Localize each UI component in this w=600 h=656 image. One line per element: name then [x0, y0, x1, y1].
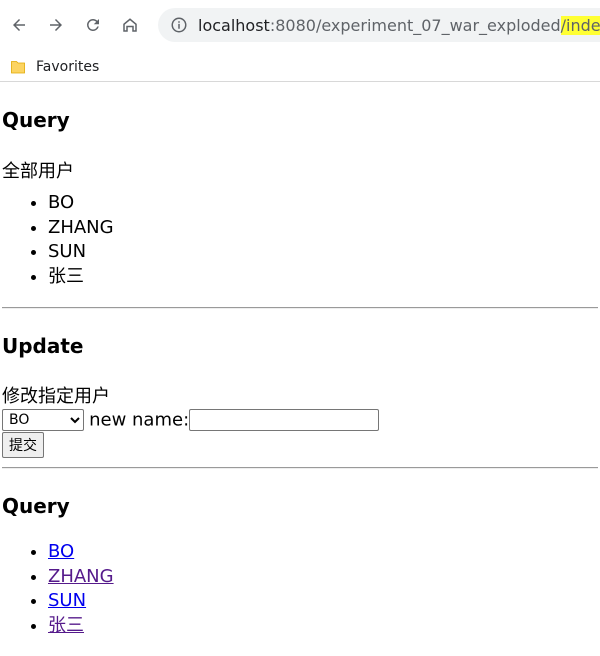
- address-bar[interactable]: localhost:8080/experiment_07_war_explode…: [158, 8, 600, 42]
- submit-row: 提交: [2, 432, 598, 458]
- info-icon[interactable]: [170, 16, 188, 34]
- bookmarks-bar: Favorites: [0, 52, 600, 82]
- all-users-label: 全部用户: [2, 161, 74, 182]
- reload-icon: [87, 18, 99, 31]
- user-link-bo[interactable]: BO: [48, 541, 74, 562]
- user-link-list: BO ZHANG SUN 张三: [2, 540, 598, 638]
- list-item: SUN: [48, 589, 598, 614]
- update-form-row: BO new name:: [2, 409, 598, 431]
- page-content: Query 全部用户 BO ZHANG SUN 张三 Update 修改指定用户…: [0, 108, 600, 638]
- modify-user-label: 修改指定用户: [2, 386, 110, 407]
- back-arrow-icon: [13, 19, 25, 31]
- user-link-sun[interactable]: SUN: [48, 590, 86, 611]
- user-link-zhangsan[interactable]: 张三: [48, 615, 84, 636]
- new-name-input[interactable]: [189, 409, 380, 431]
- url-path: :8080/experiment_07_war_exploded: [269, 15, 561, 35]
- reload-button[interactable]: [80, 12, 106, 38]
- user-link-zhang[interactable]: ZHANG: [48, 566, 114, 587]
- query-links-title: Query: [2, 494, 70, 518]
- browser-toolbar: localhost:8080/experiment_07_war_explode…: [0, 0, 600, 50]
- submit-button[interactable]: 提交: [2, 432, 44, 458]
- user-list: BO ZHANG SUN 张三: [2, 191, 598, 289]
- home-button[interactable]: [117, 12, 143, 38]
- update-title: Update: [2, 334, 84, 358]
- list-item: 张三: [48, 614, 598, 639]
- query-title: Query: [2, 108, 70, 132]
- user-select[interactable]: BO: [2, 409, 84, 431]
- folder-icon: [11, 60, 25, 73]
- list-item: BO: [48, 191, 598, 216]
- forward-button[interactable]: [43, 12, 69, 38]
- back-button[interactable]: [6, 12, 32, 38]
- list-item: 张三: [48, 265, 598, 290]
- url-host: localhost: [198, 15, 270, 35]
- list-item: BO: [48, 540, 598, 565]
- divider: [2, 467, 598, 469]
- home-icon: [123, 18, 137, 32]
- new-name-label: new name:: [89, 409, 190, 431]
- url-highlight: /index: [560, 15, 600, 35]
- list-item: ZHANG: [48, 565, 598, 590]
- list-item: ZHANG: [48, 216, 598, 241]
- divider: [2, 307, 598, 309]
- list-item: SUN: [48, 240, 598, 265]
- forward-arrow-icon: [50, 19, 62, 31]
- bookmark-folder-favorites[interactable]: Favorites: [36, 59, 99, 75]
